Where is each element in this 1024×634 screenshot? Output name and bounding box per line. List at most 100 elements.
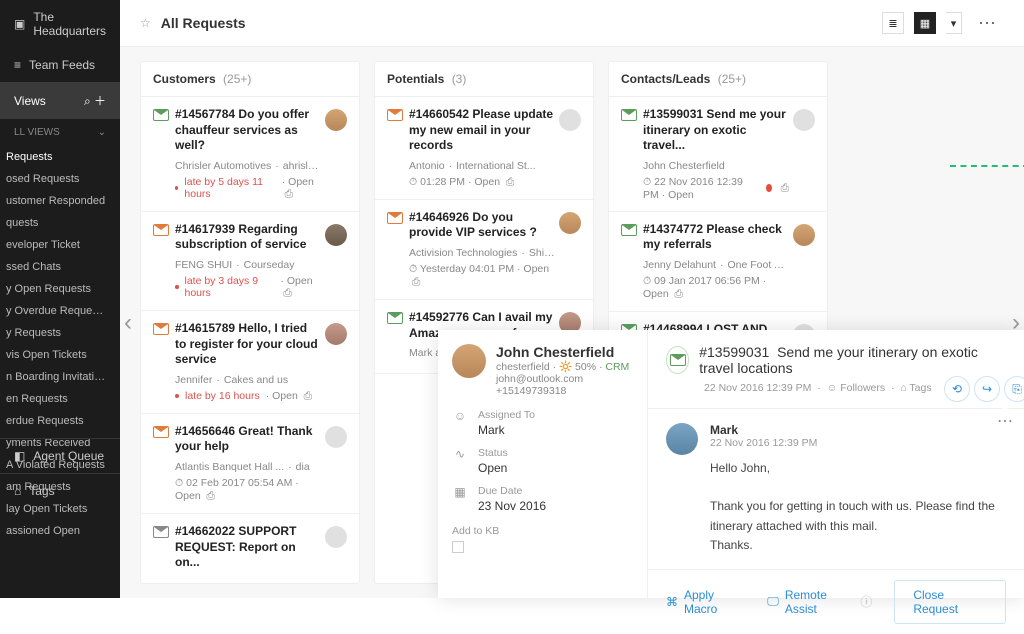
list-view-button[interactable]: ≣ <box>882 12 904 34</box>
chevron-down-icon[interactable]: ⌄ <box>98 127 106 138</box>
star-icon[interactable]: ☆ <box>140 16 151 30</box>
sidebar-view-item[interactable]: y Open Requests <box>0 278 120 300</box>
card-status: ⏱ 02 Feb 2017 05:54 AM · Open ⎙ <box>175 477 321 503</box>
sidebar-view-item[interactable]: assioned Open <box>0 520 120 542</box>
card-meta: John Chesterfield <box>643 160 789 172</box>
monitor-icon: 🖵 <box>767 594 779 609</box>
channel-icon <box>387 109 403 125</box>
card-meta: Antonio·International St... <box>409 160 555 172</box>
card-title: #14617939 Regarding subscription of serv… <box>175 222 321 253</box>
card-title: #13599031 Send me your itinerary on exot… <box>643 107 789 154</box>
sidebar-tags[interactable]: ⌂ Tags <box>0 473 120 508</box>
channel-icon <box>153 426 169 442</box>
sidebar-view-item[interactable]: n Boarding Invitation <box>0 366 120 388</box>
scroll-left-arrow[interactable]: ‹ <box>124 309 132 337</box>
search-plus-icons[interactable]: ⌕ ＋ <box>84 92 106 109</box>
status-value: Open <box>478 461 508 475</box>
card-status: late by 3 days 9 hours · Open ⎙ <box>175 275 321 300</box>
card-title: #14374772 Please check my referrals <box>643 222 789 253</box>
sidebar-view-item[interactable]: vis Open Tickets <box>0 344 120 366</box>
card-title: #14660542 Please update my new email in … <box>409 107 555 154</box>
ticket-time: 22 Nov 2016 12:39 PM <box>704 382 811 394</box>
agent-avatar <box>666 423 698 455</box>
close-request-button[interactable]: Close Request <box>894 580 1006 624</box>
sidebar-view-item[interactable]: y Overdue Requests <box>0 300 120 322</box>
ticket-card[interactable]: #14660542 Please update my new email in … <box>375 97 593 200</box>
card-status: late by 16 hours · Open ⎙ <box>175 390 321 403</box>
add-kb-checkbox[interactable] <box>452 541 464 553</box>
card-status: ⏱ 09 Jan 2017 06:56 PM · Open ⎙ <box>643 275 789 301</box>
column-header: Customers (25+) <box>141 62 359 97</box>
sidebar-teamfeeds[interactable]: ≡ Team Feeds <box>0 48 120 82</box>
page-title: All Requests <box>161 15 246 31</box>
sidebar-views[interactable]: Views ⌕ ＋ <box>0 82 120 119</box>
assignee-avatar <box>325 224 347 246</box>
sidebar-view-item[interactable]: eveloper Ticket <box>0 234 120 256</box>
channel-icon <box>387 312 403 328</box>
sidebar-view-item[interactable]: en Requests <box>0 388 120 410</box>
calendar-icon: ▦ <box>452 485 468 499</box>
building-icon: ▣ <box>14 17 25 31</box>
channel-icon <box>153 323 169 339</box>
ticket-card[interactable]: #14615789 Hello, I tried to register for… <box>141 311 359 414</box>
agent-queue-label: Agent Queue <box>33 449 104 463</box>
tags-link[interactable]: Tags <box>909 382 931 394</box>
sidebar-view-item[interactable]: ustomer Responded <box>0 190 120 212</box>
message-more-icon[interactable]: ⋯ <box>992 408 1018 434</box>
status-label: Status <box>478 447 508 459</box>
card-status: ⏱ 01:28 PM · Open ⎙ <box>409 176 555 189</box>
sidebar-view-item[interactable]: erdue Requests <box>0 410 120 432</box>
card-meta: Activision Technologies·Shipler Technol.… <box>409 247 555 259</box>
more-menu-icon[interactable]: ⋯ <box>972 13 1004 34</box>
sidebar-view-item[interactable]: quests <box>0 212 120 234</box>
alert-dot <box>766 184 772 192</box>
contact-panel: John Chesterfield chesterfield · 🔆 50% ·… <box>438 330 648 598</box>
queue-icon: ◧ <box>14 449 25 463</box>
ticket-detail-panel: John Chesterfield chesterfield · 🔆 50% ·… <box>438 330 1024 598</box>
ticket-channel-icon <box>666 346 689 374</box>
sidebar-view-item[interactable]: ssed Chats <box>0 256 120 278</box>
assignee-avatar <box>325 109 347 131</box>
board-column: Customers (25+)#14567784 Do you offer ch… <box>140 61 360 584</box>
topbar: ☆ All Requests ≣ ▦ ▾ ⋯ <box>120 0 1024 47</box>
due-label: Due Date <box>478 485 546 497</box>
apply-macro-button[interactable]: ⌘Apply Macro <box>666 588 745 616</box>
feed-icon: ≡ <box>14 58 21 72</box>
tag-icon: ⌂ <box>14 484 21 498</box>
contact-name: John Chesterfield <box>496 344 629 360</box>
reply-button[interactable]: ↪ <box>974 376 1000 402</box>
contact-email: john@outlook.com <box>496 373 629 385</box>
status-icon: ∿ <box>452 447 468 461</box>
board-view-button[interactable]: ▦ <box>914 12 936 34</box>
message-time: 22 Nov 2016 12:39 PM <box>710 437 1006 449</box>
sidebar-views-label: Views <box>14 94 46 108</box>
ticket-card[interactable]: #14656646 Great! Thank your helpAtlantis… <box>141 414 359 514</box>
card-status: ⏱ 22 Nov 2016 12:39 PM · Open ⎙ <box>643 176 789 201</box>
sidebar-hq[interactable]: ▣ The Headquarters <box>0 0 120 48</box>
assigned-label: Assigned To <box>478 409 535 421</box>
remote-assist-button[interactable]: 🖵Remote Assist ⓘ <box>767 588 872 616</box>
view-dropdown-caret[interactable]: ▾ <box>946 12 962 34</box>
ticket-card[interactable]: #13599031 Send me your itinerary on exot… <box>609 97 827 212</box>
followers-link[interactable]: Followers <box>840 382 885 394</box>
assignee-avatar <box>793 224 815 246</box>
sidebar-hq-label: The Headquarters <box>33 10 106 38</box>
allviews-label: LL VIEWS <box>14 127 60 138</box>
channel-icon <box>153 109 169 125</box>
sidebar-view-item[interactable]: y Requests <box>0 322 120 344</box>
ticket-card[interactable]: #14617939 Regarding subscription of serv… <box>141 212 359 311</box>
assignee-avatar <box>325 323 347 345</box>
sidebar-view-item[interactable]: Requests <box>0 146 120 168</box>
reply-all-button[interactable]: ⟲ <box>944 376 970 402</box>
ticket-card[interactable]: #14646926 Do you provide VIP services ?A… <box>375 200 593 300</box>
card-status: ⏱ Yesterday 04:01 PM · Open ⎙ <box>409 263 555 289</box>
ticket-card[interactable]: #14567784 Do you offer chauffeur service… <box>141 97 359 212</box>
ticket-card[interactable]: #14374772 Please check my referralsJenny… <box>609 212 827 312</box>
forward-button[interactable]: ⎘ <box>1004 376 1024 402</box>
ticket-card[interactable]: #14662022 SUPPORT REQUEST: Report on on.… <box>141 514 359 583</box>
channel-icon <box>621 109 637 125</box>
sidebar-view-item[interactable]: osed Requests <box>0 168 120 190</box>
sidebar-agent-queue[interactable]: ◧ Agent Queue <box>0 438 120 473</box>
assignee-avatar <box>325 526 347 548</box>
contact-phone: +15149739318 <box>496 385 629 397</box>
